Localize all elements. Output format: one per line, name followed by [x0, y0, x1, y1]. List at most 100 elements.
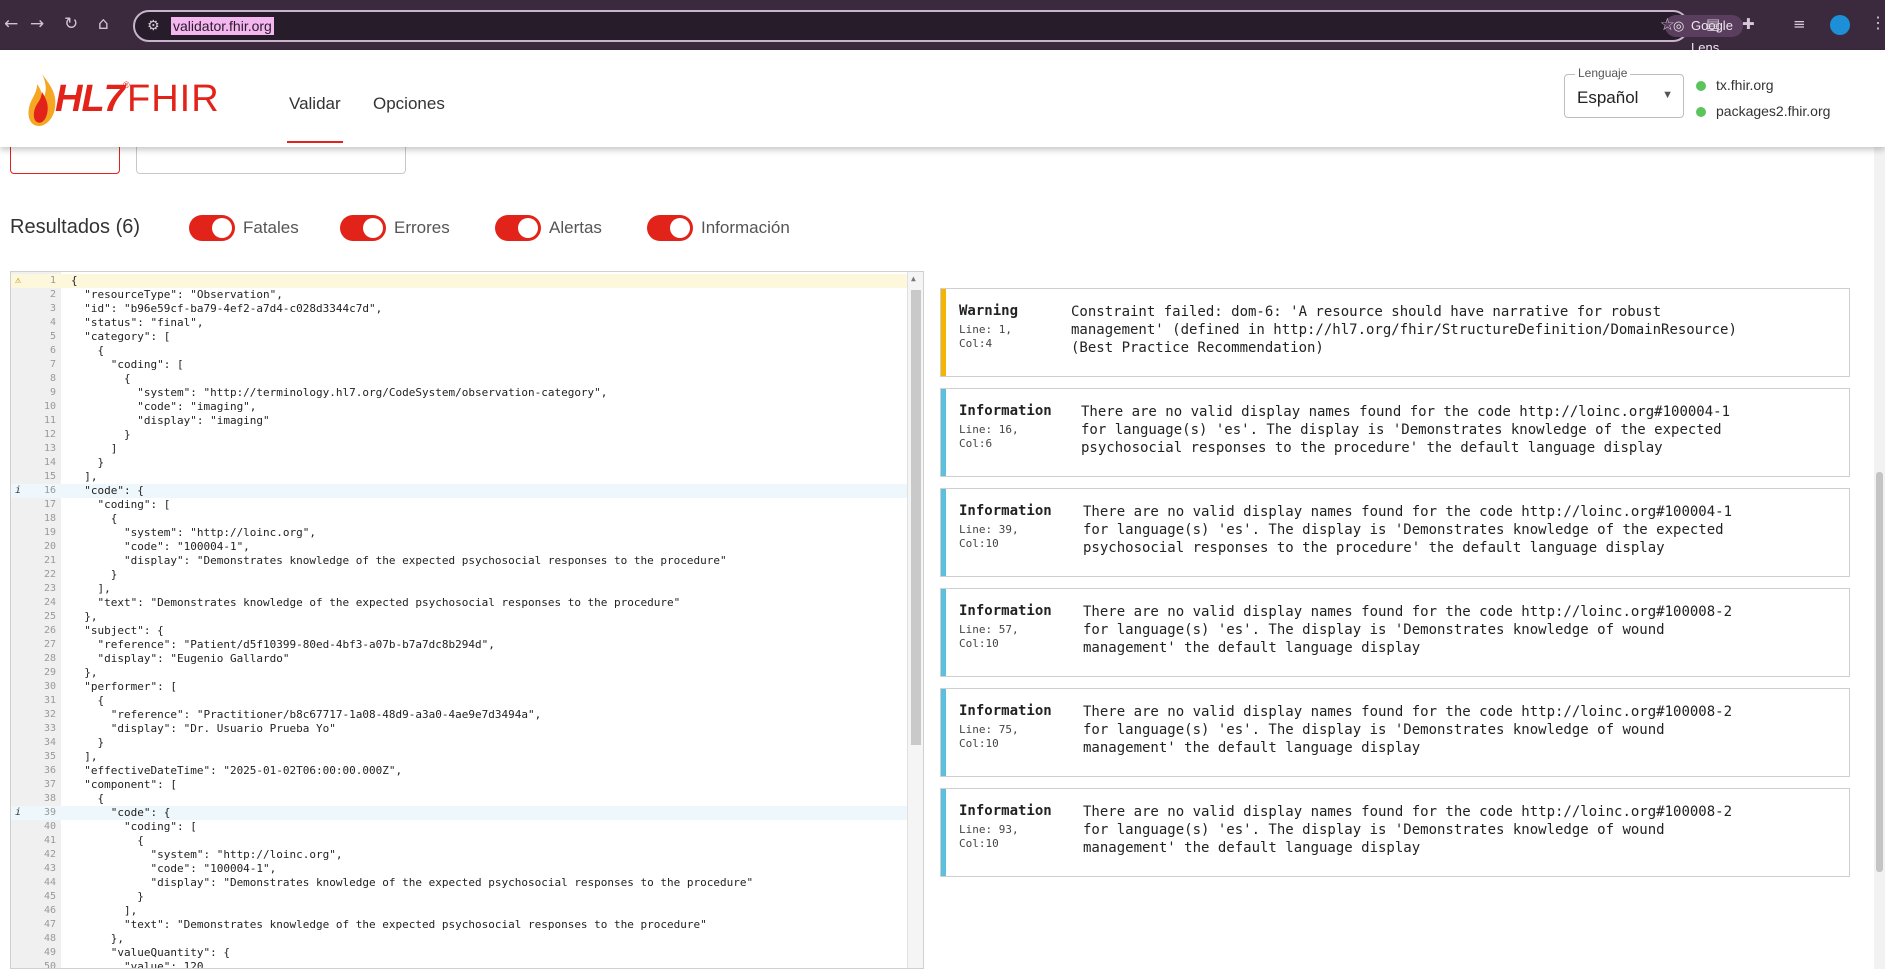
editor-scrollbar[interactable]: ▲ — [907, 272, 923, 968]
server-name: packages2.fhir.org — [1716, 103, 1831, 119]
line-number: 7 — [49, 359, 56, 370]
extensions-icon[interactable]: ✚ — [1742, 15, 1755, 33]
code-line: 22 } — [11, 568, 909, 582]
information-message[interactable]: Information Line: 93, Col:10 There are no v… — [940, 788, 1850, 877]
col-ref: Col:6 — [959, 437, 993, 450]
site-settings-icon[interactable]: ⚙ — [147, 18, 160, 34]
message-location: Line: 93, Col:10 — [959, 823, 1019, 851]
information-message[interactable]: Information Line: 57, Col:10 There are no v… — [940, 588, 1850, 677]
message-location: Line: 39, Col:10 — [959, 523, 1019, 551]
code-text: ], — [71, 470, 98, 483]
code-line: 43 "code": "100004-1", — [11, 862, 909, 876]
code-line: 32 "reference": "Practitioner/b8c67717-1… — [11, 708, 909, 722]
tab-validar-label: Validar — [289, 94, 341, 113]
editor-scrollbar-thumb[interactable] — [911, 290, 921, 745]
language-select[interactable]: Lenguaje Español ▼ — [1564, 66, 1684, 118]
code-line: 47 "text": "Demonstrates knowledge of th… — [11, 918, 909, 932]
message-text: There are no valid display names found f… — [1083, 604, 1733, 656]
code-line: 14 } — [11, 456, 909, 470]
json-code-editor[interactable]: ⚠ 1{2 "resourceType": "Observation", 3 "id… — [10, 271, 924, 969]
line-number: 13 — [43, 443, 56, 454]
page-scrollbar-thumb[interactable] — [1876, 472, 1883, 872]
page-scrollbar[interactable] — [1874, 147, 1885, 969]
code-line: 15 ], — [11, 470, 909, 484]
address-bar[interactable]: ⚙ validator.fhir.org ◎ Google Lens ☆ — [133, 10, 1743, 55]
url-text[interactable]: validator.fhir.org — [171, 17, 274, 35]
line-number: 42 — [43, 849, 56, 860]
severity-level: Information — [959, 603, 1052, 619]
filter-label: Alertas — [549, 218, 602, 237]
message-location: Line: 1, Col:4 — [959, 323, 1012, 351]
menu-icon[interactable]: ⋮ — [1870, 13, 1885, 33]
results-title: Resultados (6) — [10, 216, 141, 238]
line-number: 48 — [43, 933, 56, 944]
code-line: 8 { — [11, 372, 909, 386]
filter-label: Errores — [394, 218, 450, 237]
line-number: 2 — [49, 289, 56, 300]
toggle-switch[interactable] — [189, 215, 235, 241]
code-text: "coding": [ — [71, 358, 184, 371]
home-icon[interactable]: ⌂ — [98, 14, 109, 34]
code-text: "display": "Eugenio Gallardo" — [71, 652, 290, 665]
code-line: 36 "effectiveDateTime": "2025-01-02T06:0… — [11, 764, 909, 778]
code-line: 31 { — [11, 694, 909, 708]
line-number: 50 — [43, 961, 56, 969]
line-number: 46 — [43, 905, 56, 916]
warning-message[interactable]: Warning Line: 1, Col:4 Constraint failed: d… — [940, 288, 1850, 377]
code-line: 7 "coding": [ — [11, 358, 909, 372]
information-message[interactable]: Information Line: 39, Col:10 There are no v… — [940, 488, 1850, 577]
code-text: } — [71, 736, 105, 749]
code-line: 11 "display": "imaging" — [11, 414, 909, 428]
bookmark-star-icon[interactable]: ☆ — [1660, 15, 1675, 35]
code-text: } — [71, 568, 118, 581]
line-number: 12 — [43, 429, 56, 440]
line-number: 47 — [43, 919, 56, 930]
cast-icon[interactable]: ▤ — [1706, 15, 1720, 33]
toggle-switch[interactable] — [495, 215, 541, 241]
severity-bar — [941, 389, 946, 476]
information-message[interactable]: Information Line: 16, Col:6 There are no va… — [940, 388, 1850, 477]
flame-icon — [28, 74, 56, 126]
code-line: i 39 "code": { — [11, 806, 909, 820]
line-number: 38 — [43, 793, 56, 804]
line-number: 3 — [49, 303, 56, 314]
toggle-knob — [212, 218, 232, 238]
message-text: Constraint failed: dom-6: 'A resource sh… — [1071, 304, 1737, 356]
chevron-down-icon: ▼ — [1662, 89, 1673, 101]
code-text: ], — [71, 904, 138, 917]
code-line: 6 { — [11, 344, 909, 358]
filter-label: Fatales — [243, 218, 299, 237]
tab-validar[interactable]: Validar — [287, 94, 343, 144]
toggle-knob — [518, 218, 538, 238]
code-text: "coding": [ — [71, 498, 171, 511]
line-number: 34 — [43, 737, 56, 748]
code-text: { — [71, 274, 78, 287]
code-line: 44 "display": "Demonstrates knowledge of… — [11, 876, 909, 890]
media-icon[interactable]: ≡ — [1793, 15, 1806, 33]
forward-icon[interactable]: → — [30, 14, 44, 34]
code-text: }, — [71, 610, 98, 623]
tab-opciones[interactable]: Opciones — [373, 94, 445, 144]
reload-icon[interactable]: ↻ — [64, 14, 78, 34]
line-number: 30 — [43, 681, 56, 692]
code-text: "display": "Demonstrates knowledge of th… — [71, 554, 727, 567]
code-line: 34 } — [11, 736, 909, 750]
code-text: "subject": { — [71, 624, 164, 637]
hl7-fhir-logo[interactable]: HL7 ® FHIR — [25, 72, 225, 128]
toggle-switch[interactable] — [340, 215, 386, 241]
code-text: "reference": "Practitioner/b8c67717-1a08… — [71, 708, 542, 721]
toggle-switch[interactable] — [647, 215, 693, 241]
profile-icon[interactable] — [1830, 15, 1850, 35]
browser-toolbar: ← → ↻ ⌂ ⚙ validator.fhir.org ◎ Google Len… — [0, 0, 1885, 55]
code-text: "valueQuantity": { — [71, 946, 230, 959]
status-dot-icon — [1696, 81, 1706, 91]
back-icon[interactable]: ← — [4, 14, 18, 34]
information-message[interactable]: Information Line: 75, Col:10 There are no v… — [940, 688, 1850, 777]
severity-level: Information — [959, 503, 1052, 519]
scroll-up-icon[interactable]: ▲ — [911, 274, 916, 283]
message-text: There are no valid display names found f… — [1083, 504, 1733, 556]
line-number: 43 — [43, 863, 56, 874]
google-lens-button[interactable]: ◎ Google Lens — [1665, 15, 1743, 55]
app-header: HL7 ® FHIR Validar Opciones Lenguaje Esp… — [0, 50, 1885, 147]
code-line: 10 "code": "imaging", — [11, 400, 909, 414]
